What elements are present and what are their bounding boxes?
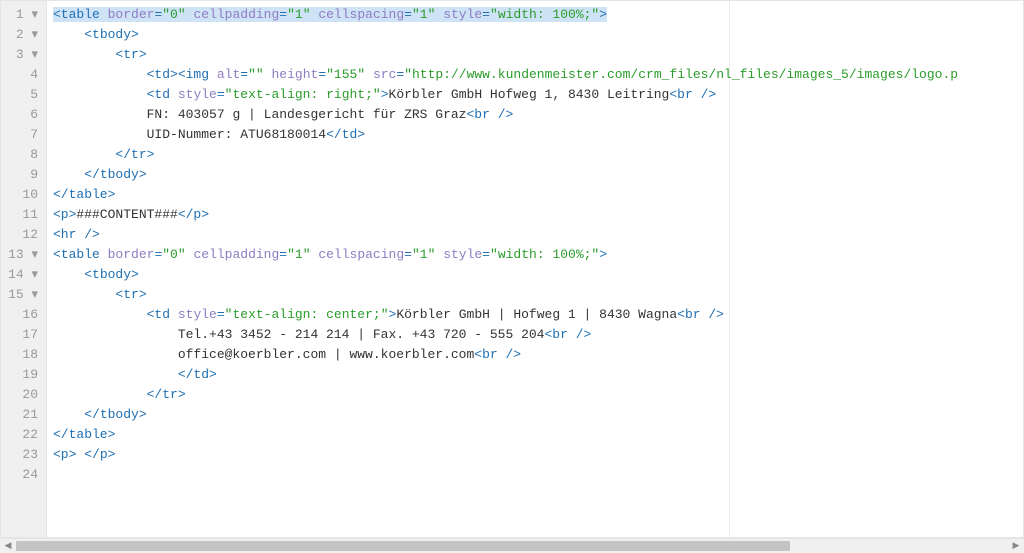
gutter-line: 10 [5,185,38,205]
code-line[interactable]: Tel.+43 3452 - 214 214 | Fax. +43 720 - … [53,325,1023,345]
gutter-line: 7 [5,125,38,145]
gutter-line: 20 [5,385,38,405]
gutter-line: 12 [5,225,38,245]
gutter-line: 9 [5,165,38,185]
gutter-line: 15 ▾ [5,285,38,305]
code-line[interactable]: <td style="text-align: right;">Körbler G… [53,85,1023,105]
horizontal-scrollbar[interactable]: ◀ ▶ [0,538,1024,553]
code-line[interactable]: UID-Nummer: ATU68180014</td> [53,125,1023,145]
gutter-line: 2 ▾ [5,25,38,45]
code-line[interactable]: <p>###CONTENT###</p> [53,205,1023,225]
code-line[interactable]: <tr> [53,45,1023,65]
gutter-line: 13 ▾ [5,245,38,265]
gutter-line: 16 [5,305,38,325]
code-line[interactable]: FN: 403057 g | Landesgericht für ZRS Gra… [53,105,1023,125]
code-line[interactable]: <td><img alt="" height="155" src="http:/… [53,65,1023,85]
gutter-line: 11 [5,205,38,225]
gutter-line: 8 [5,145,38,165]
code-line[interactable]: <tr> [53,285,1023,305]
line-number-gutter: 1 ▾2 ▾3 ▾4 5 6 7 8 9 10 11 12 13 ▾14 ▾15… [1,1,47,537]
gutter-line: 3 ▾ [5,45,38,65]
scrollbar-thumb[interactable] [16,541,790,551]
code-line[interactable]: </tbody> [53,405,1023,425]
code-area[interactable]: <table border="0" cellpadding="1" cellsp… [47,1,1023,537]
code-line[interactable]: <hr /> [53,225,1023,245]
gutter-line: 14 ▾ [5,265,38,285]
code-line[interactable]: </table> [53,185,1023,205]
code-line[interactable]: </table> [53,425,1023,445]
code-line[interactable]: <table border="0" cellpadding="1" cellsp… [53,5,1023,25]
gutter-line: 1 ▾ [5,5,38,25]
code-line[interactable]: </td> [53,365,1023,385]
gutter-line: 4 [5,65,38,85]
code-editor[interactable]: 1 ▾2 ▾3 ▾4 5 6 7 8 9 10 11 12 13 ▾14 ▾15… [0,0,1024,538]
code-line[interactable]: </tr> [53,145,1023,165]
code-lines[interactable]: <table border="0" cellpadding="1" cellsp… [47,1,1023,489]
code-line[interactable]: <p> </p> [53,445,1023,465]
gutter-line: 17 [5,325,38,345]
gutter-line: 6 [5,105,38,125]
scrollbar-track[interactable] [16,541,1008,551]
gutter-line: 18 [5,345,38,365]
code-line[interactable]: </tr> [53,385,1023,405]
code-line[interactable]: <tbody> [53,25,1023,45]
gutter-line: 22 [5,425,38,445]
scroll-left-arrow-icon[interactable]: ◀ [0,539,16,553]
gutter-line: 24 [5,465,38,485]
scroll-right-arrow-icon[interactable]: ▶ [1008,539,1024,553]
code-line[interactable]: <td style="text-align: center;">Körbler … [53,305,1023,325]
code-line[interactable]: </tbody> [53,165,1023,185]
code-line[interactable]: <table border="0" cellpadding="1" cellsp… [53,245,1023,265]
code-line[interactable] [53,465,1023,485]
text-selection: <table border="0" cellpadding="1" cellsp… [53,7,607,22]
code-line[interactable]: office@koerbler.com | www.koerbler.com<b… [53,345,1023,365]
gutter-line: 23 [5,445,38,465]
code-line[interactable]: <tbody> [53,265,1023,285]
gutter-line: 19 [5,365,38,385]
gutter-line: 21 [5,405,38,425]
gutter-line: 5 [5,85,38,105]
